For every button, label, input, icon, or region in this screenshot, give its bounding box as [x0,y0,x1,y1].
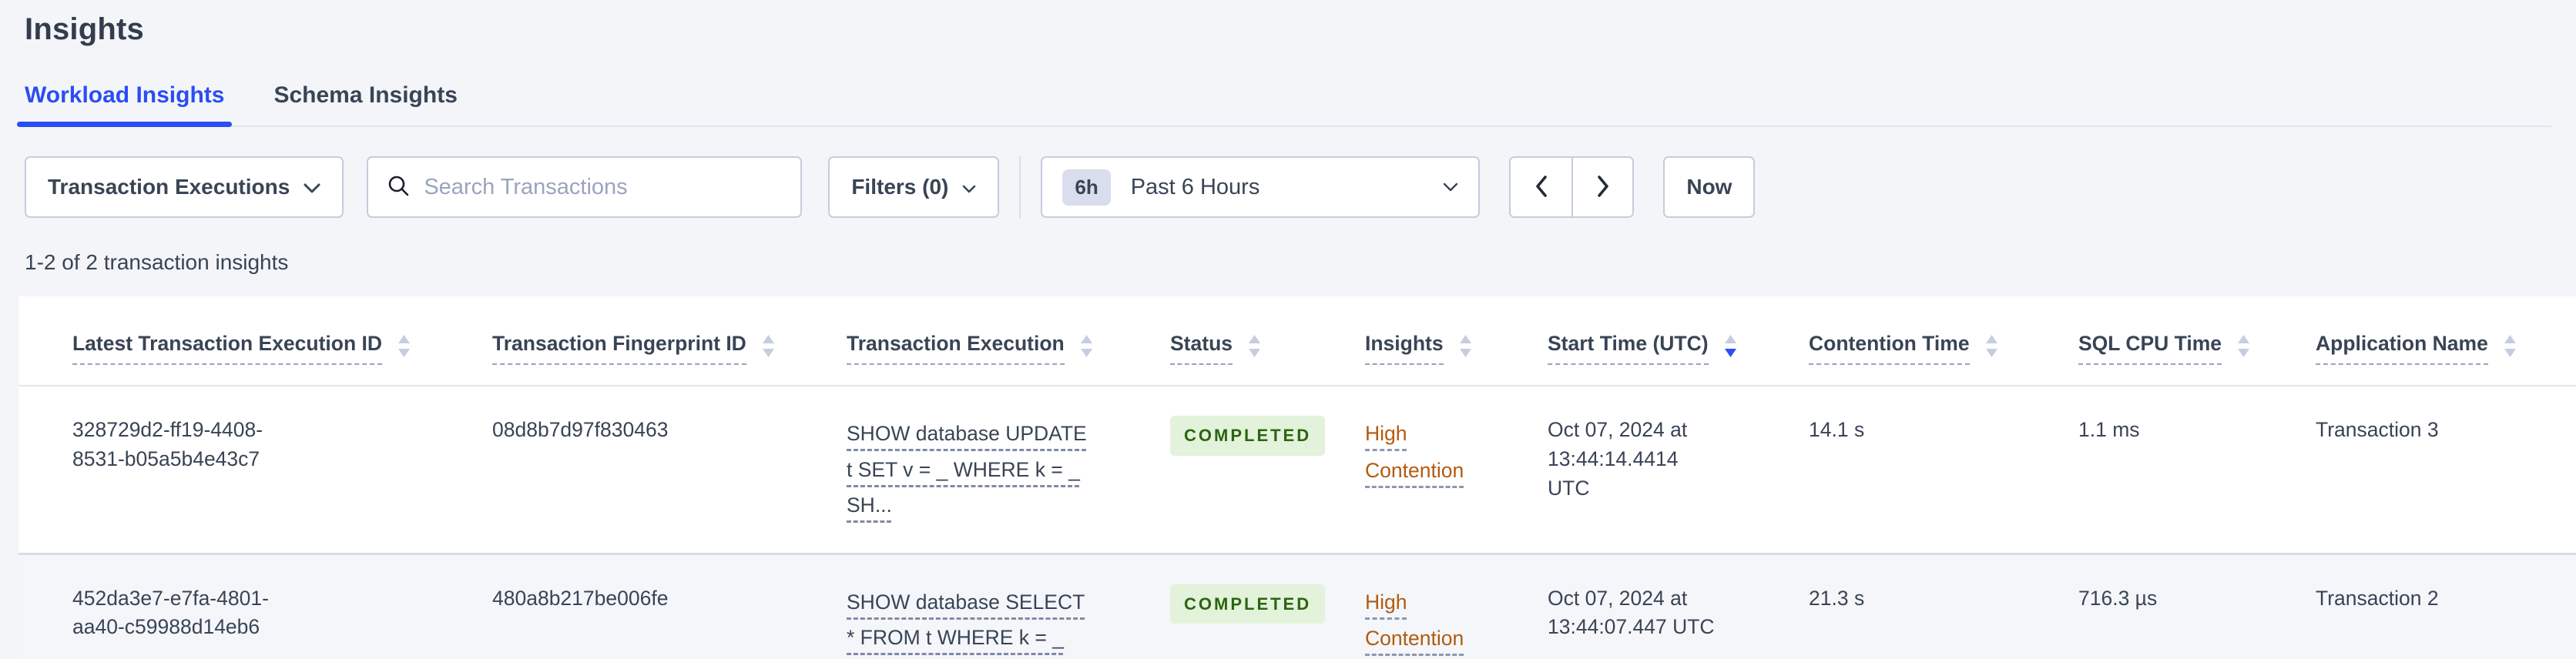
chevron-right-icon [1595,174,1612,201]
column-header-label[interactable]: SQL CPU Time [2078,330,2222,366]
execution-type-dropdown[interactable]: Transaction Executions [25,156,344,218]
search-icon [387,174,410,201]
chevron-left-icon [1533,174,1550,201]
tab-workload-insights[interactable]: Workload Insights [17,82,233,127]
column-header[interactable]: Status [1170,330,1365,366]
sort-arrows-icon[interactable] [1459,335,1472,357]
column-header-label[interactable]: Transaction Execution [847,330,1065,366]
transaction-execution-cell: SHOW database SELECT * FROM t WHERE k = … [847,584,1118,659]
tab-schema-insights[interactable]: Schema Insights [273,82,457,125]
execution-id-cell: 452da3e7-e7fa-4801-aa40-c59988d14eb6 [72,586,269,639]
fingerprint-id-cell: 08d8b7d97f830463 [492,418,669,442]
next-window-button[interactable] [1571,158,1633,216]
page-title: Insights [25,12,144,46]
transaction-execution-cell: SHOW database UPDATE t SET v = _ WHERE k… [847,416,1118,523]
previous-window-button[interactable] [1511,158,1572,216]
sort-arrows-icon[interactable] [762,335,775,357]
filters-label: Filters (0) [851,175,949,199]
now-label: Now [1686,175,1732,199]
table-header-row: Latest Transaction Execution ID Transact… [18,296,2576,387]
insights-cell: High Contention [1365,584,1492,657]
status-badge: COMPLETED [1170,416,1326,456]
column-header[interactable]: Latest Transaction Execution ID [72,330,492,366]
toolbar: Transaction Executions Filters (0) 6h Pa… [25,156,2551,218]
column-header[interactable]: Transaction Fingerprint ID [492,330,847,366]
chevron-down-icon [1443,182,1458,192]
sort-arrows-icon[interactable] [1080,335,1093,357]
sql-cpu-time-cell: 716.3 µs [2078,586,2158,610]
insight-link[interactable]: High Contention [1365,590,1464,651]
column-header-label[interactable]: Application Name [2316,330,2488,366]
tab-label: Workload Insights [25,82,225,108]
statement-link[interactable]: SHOW database SELECT * FROM t WHERE k = … [847,590,1085,659]
insights-table-card: Latest Transaction Execution ID Transact… [18,296,2576,659]
chevron-down-icon [304,175,320,199]
insights-cell: High Contention [1365,416,1492,489]
insight-link[interactable]: High Contention [1365,422,1464,482]
start-time-cell: Oct 07, 2024 at 13:44:14.4414 UTC [1548,418,1688,500]
sort-arrows-icon[interactable] [2504,335,2517,357]
column-header[interactable]: SQL CPU Time [2078,330,2316,366]
sort-arrows-icon[interactable] [1985,335,1998,357]
fingerprint-id-cell: 480a8b217be006fe [492,586,669,610]
application-name-cell: Transaction 3 [2316,418,2439,442]
now-button[interactable]: Now [1663,156,1756,218]
time-range-badge: 6h [1062,169,1111,206]
column-header[interactable]: Insights [1365,330,1548,366]
application-name-cell: Transaction 2 [2316,586,2439,610]
column-header[interactable]: Transaction Execution [847,330,1170,366]
column-header-label[interactable]: Transaction Fingerprint ID [492,330,746,366]
active-tab-indicator [17,122,233,127]
table-row[interactable]: 452da3e7-e7fa-4801-aa40-c59988d14eb6 480… [18,554,2576,659]
status-cell: COMPLETED [1170,416,1365,456]
column-header-label[interactable]: Latest Transaction Execution ID [72,330,383,366]
filters-dropdown[interactable]: Filters (0) [828,156,1000,218]
start-time-cell: Oct 07, 2024 at 13:44:07.447 UTC [1548,586,1715,639]
status-badge: COMPLETED [1170,584,1326,624]
time-range-dropdown[interactable]: 6h Past 6 Hours [1041,156,1481,218]
time-window-nav [1509,156,1635,218]
status-cell: COMPLETED [1170,584,1365,624]
execution-type-label: Transaction Executions [48,175,290,199]
table-row[interactable]: 328729d2-ff19-4408-8531-b05a5b4e43c7 08d… [18,386,2576,555]
column-header[interactable]: Start Time (UTC) [1548,330,1809,366]
sort-arrows-icon[interactable] [2237,335,2250,357]
column-header-label[interactable]: Status [1170,330,1233,366]
contention-time-cell: 14.1 s [1809,418,1865,442]
tab-bar: Workload Insights Schema Insights [17,82,2551,127]
search-input[interactable] [424,174,783,200]
contention-time-cell: 21.3 s [1809,586,1865,610]
column-header[interactable]: Application Name [2316,330,2576,366]
column-header-label[interactable]: Start Time (UTC) [1548,330,1709,366]
search-box[interactable] [367,156,803,218]
toolbar-divider [1019,156,1021,218]
column-header-label[interactable]: Contention Time [1809,330,1970,366]
chevron-down-icon [962,175,976,199]
sql-cpu-time-cell: 1.1 ms [2078,418,2140,442]
statement-link[interactable]: SHOW database UPDATE t SET v = _ WHERE k… [847,422,1087,517]
column-header[interactable]: Contention Time [1809,330,2078,366]
table-body: 328729d2-ff19-4408-8531-b05a5b4e43c7 08d… [18,386,2576,659]
sort-arrows-icon[interactable] [1724,335,1737,357]
sort-arrows-icon[interactable] [1248,335,1261,357]
sort-arrows-icon[interactable] [397,335,411,357]
tab-label: Schema Insights [273,82,458,108]
results-summary: 1-2 of 2 transaction insights [25,250,289,274]
execution-id-cell: 328729d2-ff19-4408-8531-b05a5b4e43c7 [72,418,263,471]
time-range-label: Past 6 Hours [1130,174,1260,199]
column-header-label[interactable]: Insights [1365,330,1444,366]
